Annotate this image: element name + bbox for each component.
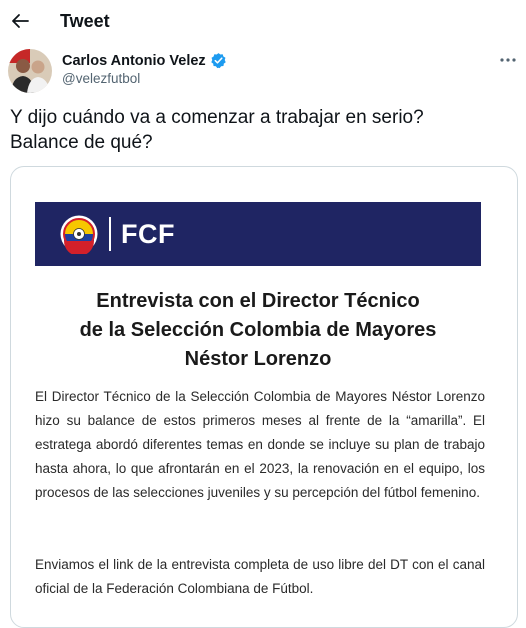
author-handle[interactable]: @velezfutbol [62,71,140,86]
document-title-line: de la Selección Colombia de Mayores [79,319,437,341]
back-button[interactable] [6,6,34,36]
author-name[interactable]: Carlos Antonio Velez [62,52,227,69]
fcf-brand-text: FCF [121,218,175,249]
verified-badge-icon [210,53,226,69]
tweet-text: Y dijo cuándo va a comenzar a trabajar e… [10,105,510,155]
document-title: Entrevista con el Director Técnico de la… [35,287,481,374]
document-paragraph: El Director Técnico de la Selección Colo… [35,389,485,500]
fcf-crest-icon [60,215,98,254]
avatar[interactable] [8,49,52,93]
banner-divider [109,217,111,251]
page-title: Tweet [60,11,110,31]
more-options-button[interactable] [498,50,518,70]
tweet-media-image[interactable]: FCF Entrevista con el Director Técnico d… [10,166,518,628]
profile-photo [8,49,52,93]
tweet-text-line: Balance de qué? [10,132,153,153]
tweet-text-line: Y dijo cuándo va a comenzar a trabajar e… [10,107,424,128]
top-bar: Tweet [0,0,526,44]
tweet-author: Carlos Antonio Velez @velezfutbol [0,44,526,96]
document-title-line: Entrevista con el Director Técnico [96,290,420,312]
document-title-line: Néstor Lorenzo [184,348,332,370]
more-dots-icon [500,58,516,62]
author-name-text: Carlos Antonio Velez [62,52,206,69]
document-paragraph: Enviamos el link de la entrevista comple… [35,557,485,596]
fcf-banner: FCF [35,202,481,266]
arrow-left-icon [12,14,29,28]
